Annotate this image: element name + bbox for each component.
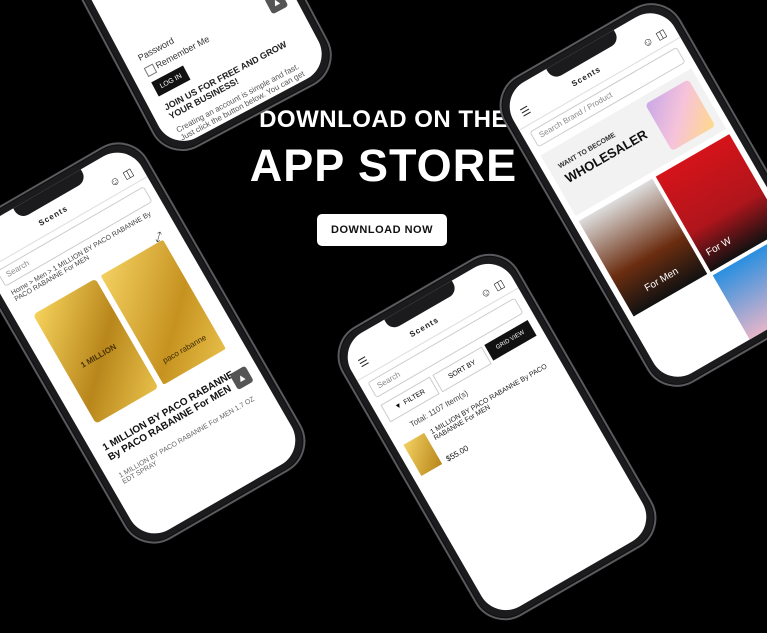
menu-icon[interactable]: ☰: [518, 103, 533, 119]
user-icon[interactable]: ☺: [107, 173, 123, 189]
list-item-price: $55.00: [444, 444, 470, 464]
store-logo[interactable]: Scents: [570, 65, 602, 89]
sort-label: SORT BY: [447, 359, 477, 380]
chevron-up-icon: ▲: [235, 371, 249, 385]
store-logo[interactable]: Scents: [408, 315, 440, 339]
user-icon[interactable]: ☺: [478, 285, 494, 301]
download-now-button[interactable]: DOWNLOAD NOW: [317, 214, 447, 246]
cart-icon[interactable]: ◫: [121, 166, 136, 182]
cart-icon[interactable]: ◫: [492, 277, 507, 293]
cart-icon[interactable]: ◫: [654, 27, 669, 43]
filter-icon: ▼: [394, 401, 404, 411]
phone-product: ☰ Scents ☺ ◫ Search Home > Men > 1 MILLI…: [0, 130, 318, 556]
chevron-up-icon: ▲: [269, 0, 283, 9]
menu-icon[interactable]: ☰: [356, 354, 371, 370]
scroll-top-button[interactable]: ▲: [264, 0, 288, 14]
banner-bottles: [645, 79, 715, 151]
filter-label: FILTER: [402, 388, 426, 406]
product-screen: ☰ Scents ☺ ◫ Search Home > Men > 1 MILLI…: [0, 142, 306, 543]
store-logo[interactable]: Scents: [37, 204, 69, 228]
user-icon[interactable]: ☺: [640, 34, 656, 50]
grid-view-label: GRID VIEW: [495, 330, 526, 351]
category-men-label: For Men: [622, 254, 701, 306]
box-brand: paco rabanne: [151, 327, 218, 371]
category-women-label: For W: [704, 235, 733, 258]
list-screen: ☰ Scents ☺ ◫ Search ▼ FILTER SORT BY GRI…: [337, 254, 656, 621]
phone-login: Password Remember Me LOG IN JOIN US FOR …: [25, 0, 343, 163]
